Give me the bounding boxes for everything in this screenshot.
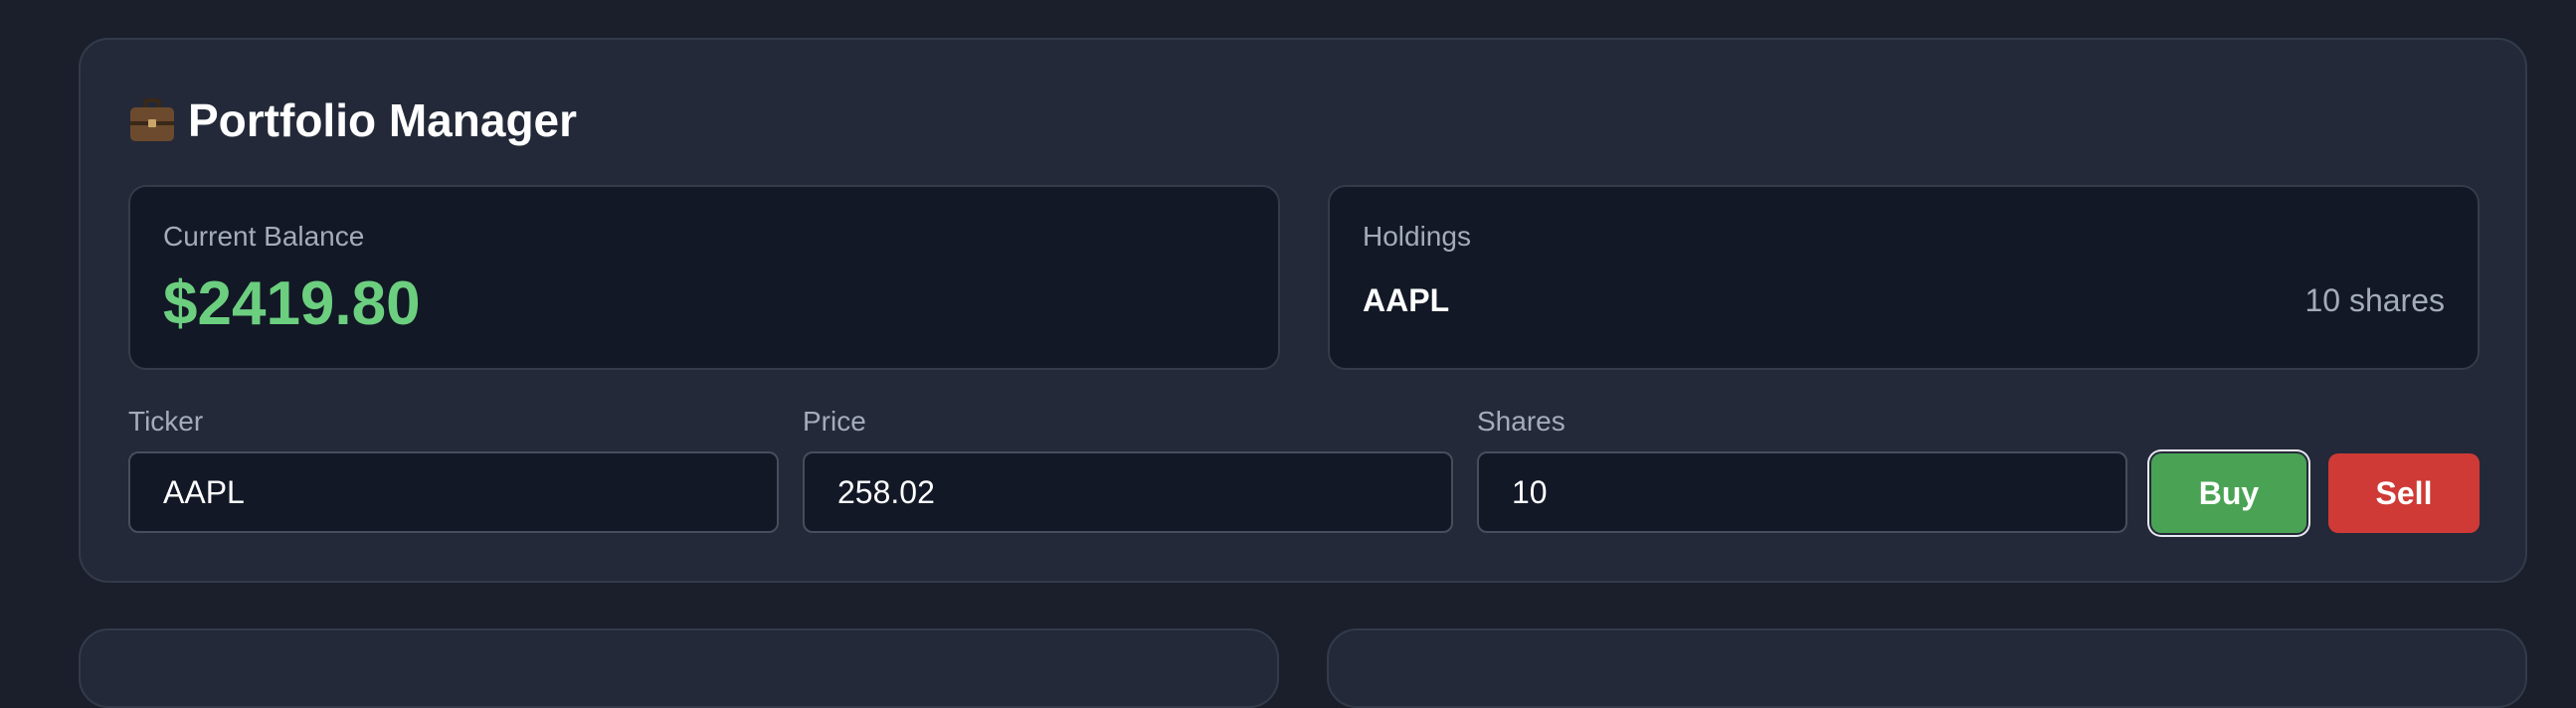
price-input[interactable] xyxy=(803,451,1453,533)
ticker-label: Ticker xyxy=(128,406,204,437)
shares-input[interactable] xyxy=(1477,451,2127,533)
price-label: Price xyxy=(803,406,866,437)
shares-label: Shares xyxy=(1477,406,1565,437)
page-title-text: Portfolio Manager xyxy=(188,94,578,146)
buy-button[interactable]: Buy xyxy=(2151,453,2306,533)
sell-button[interactable]: Sell xyxy=(2328,453,2480,533)
lower-left-card xyxy=(79,628,1279,708)
holding-ticker: AAPL xyxy=(1363,282,1450,318)
portfolio-card: Portfolio Manager Current Balance $2419.… xyxy=(79,38,2527,583)
ticker-input[interactable] xyxy=(128,451,779,533)
holdings-label: Holdings xyxy=(1363,221,1471,252)
lower-right-card xyxy=(1327,628,2527,708)
balance-label: Current Balance xyxy=(163,221,365,252)
page-title: Portfolio Manager xyxy=(128,93,577,147)
holdings-panel: Holdings AAPL 10 shares xyxy=(1328,185,2480,370)
briefcase-icon xyxy=(128,97,176,143)
balance-panel: Current Balance $2419.80 xyxy=(128,185,1280,370)
holding-shares: 10 shares xyxy=(2304,282,2445,318)
balance-value: $2419.80 xyxy=(163,269,421,338)
